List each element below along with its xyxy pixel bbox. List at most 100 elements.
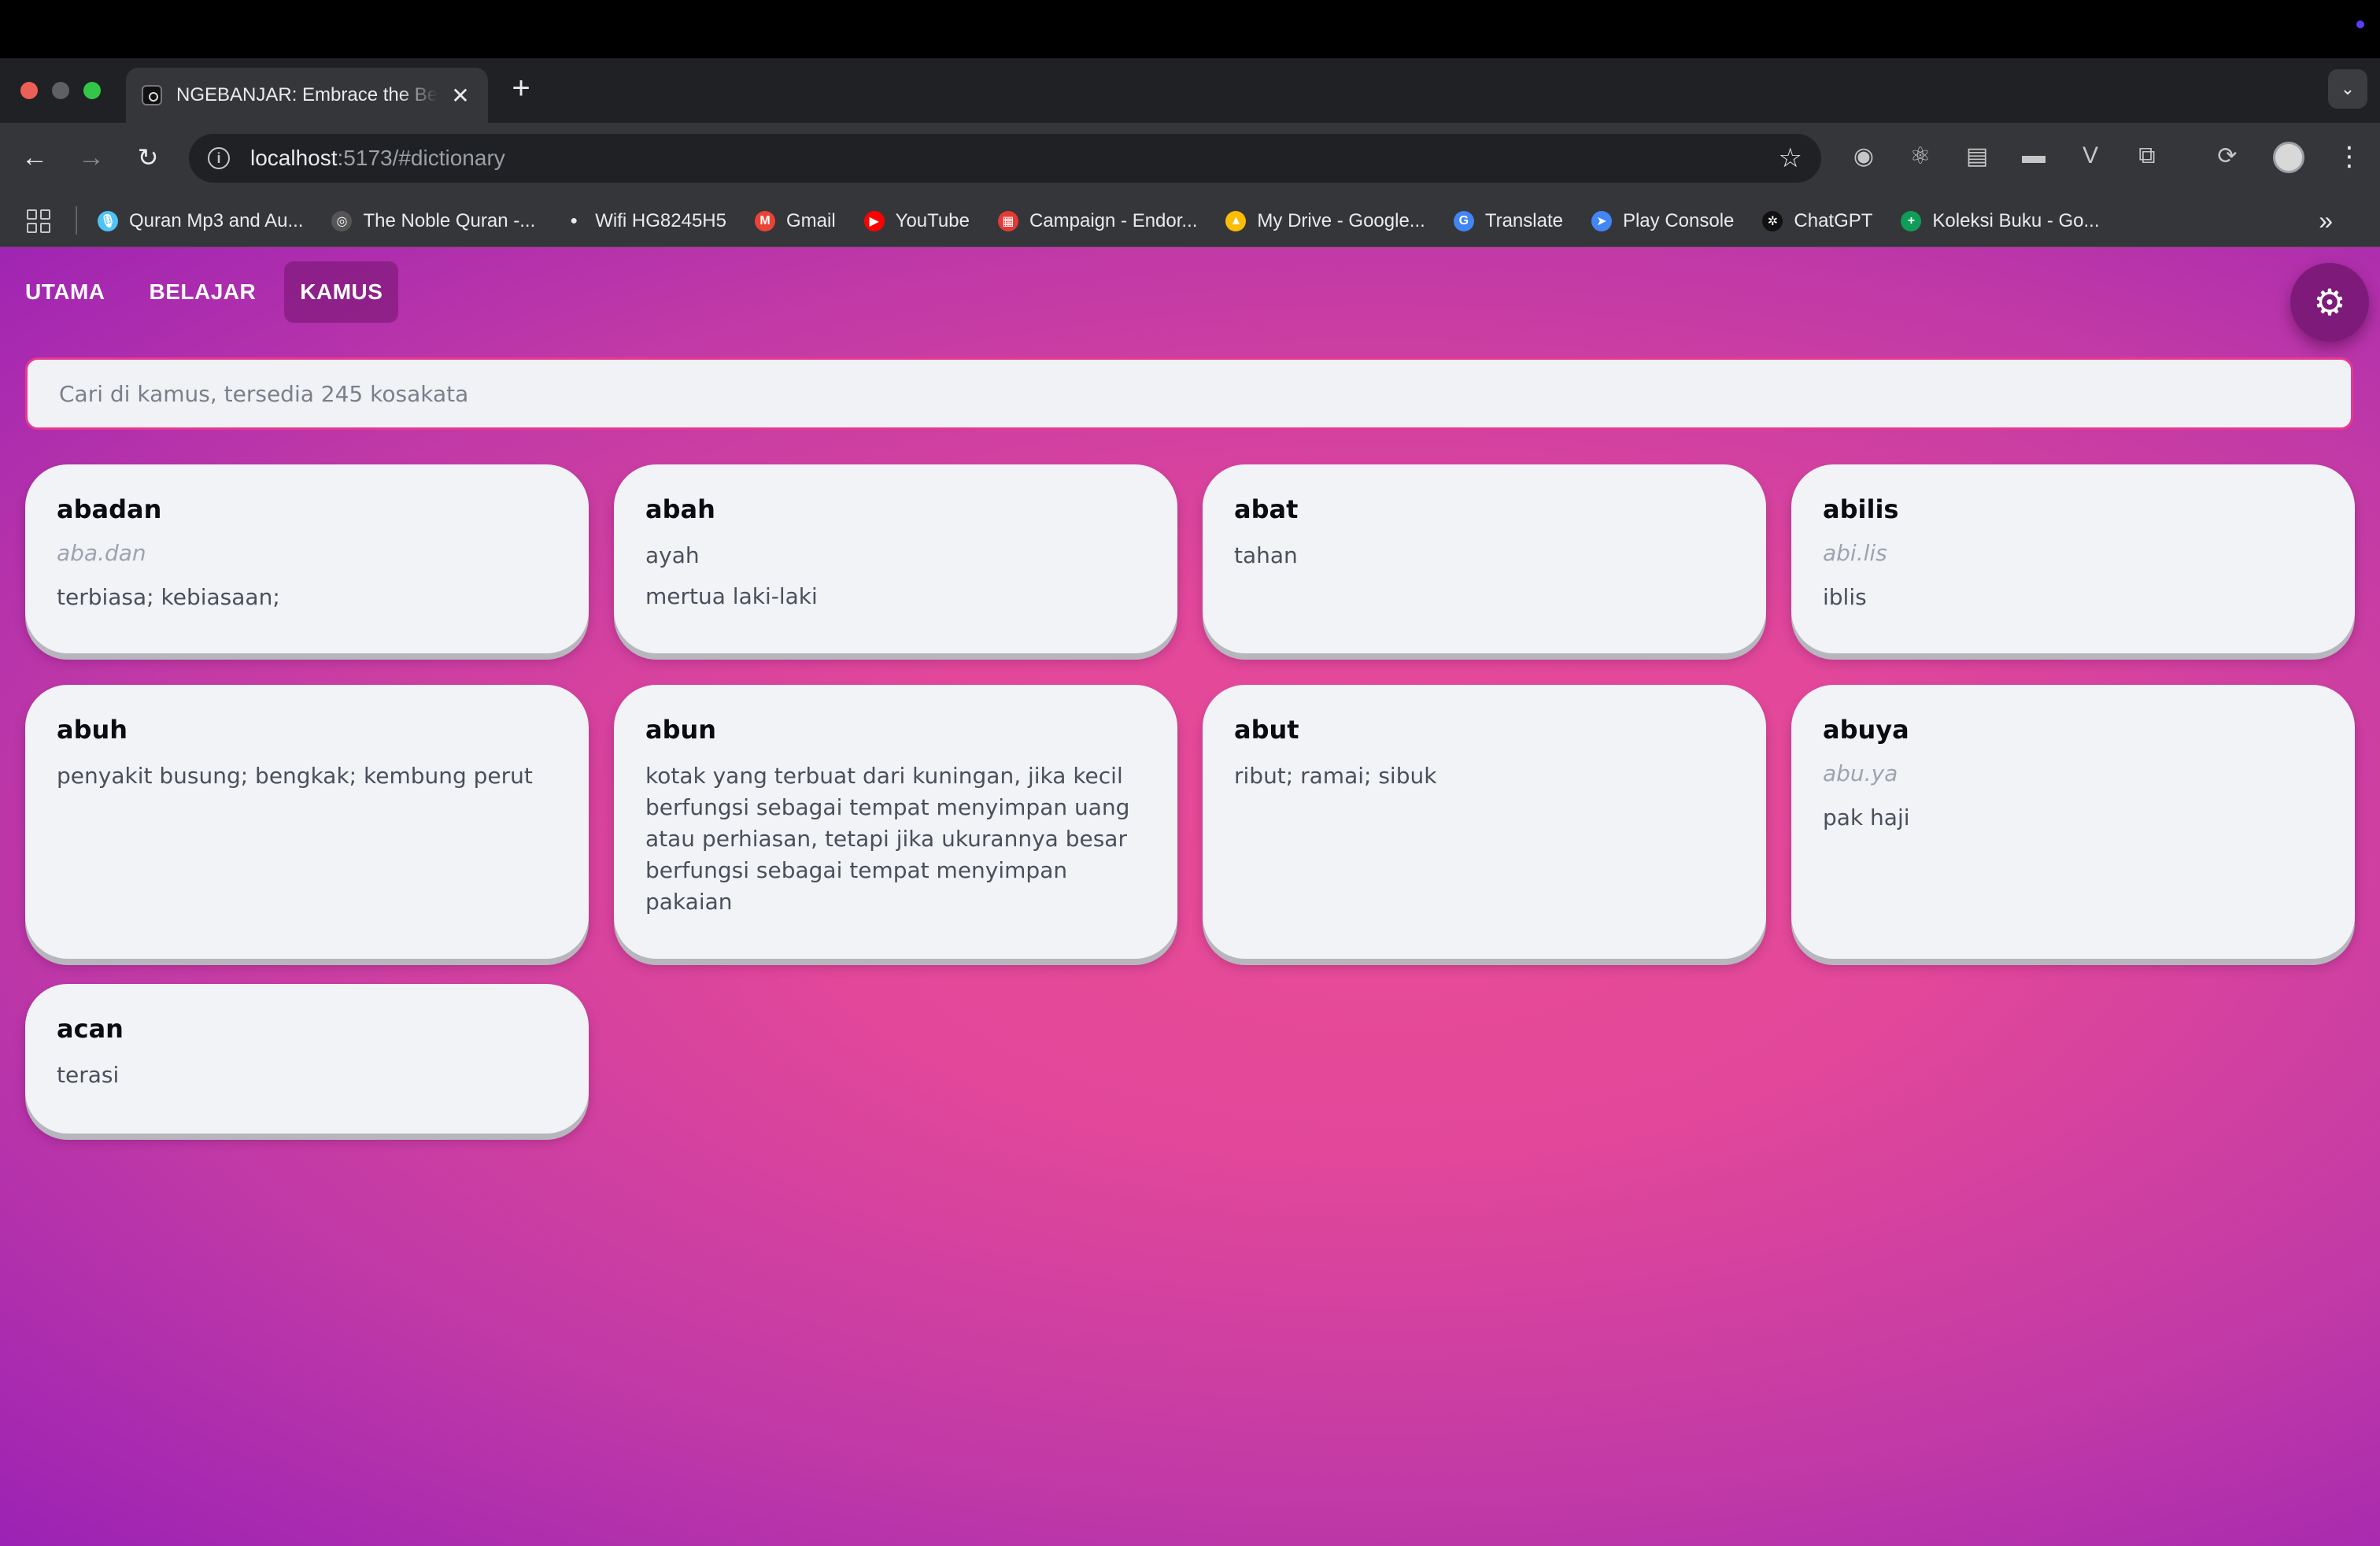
- vue-devtools-icon[interactable]: V: [2075, 140, 2106, 172]
- dictionary-entry-card[interactable]: abun kotak yang terbuat dari kuningan, ji…: [614, 685, 1177, 959]
- bookmark-item[interactable]: 🎙 Quran Mp3 and Au...: [98, 210, 303, 232]
- dictionary-search-input[interactable]: [25, 357, 2353, 430]
- entry-meaning: terasi: [57, 1062, 120, 1088]
- bookmark-label: My Drive - Google...: [1257, 210, 1425, 231]
- extension-screenshot-icon[interactable]: ▤: [1961, 140, 1993, 172]
- bookmark-item[interactable]: ▶ YouTube: [863, 210, 970, 232]
- entry-word: abadan: [57, 494, 162, 524]
- play-console-icon: ➤: [1591, 211, 1612, 231]
- entry-word: abuya: [1823, 715, 1909, 745]
- nav-tab-home[interactable]: UTAMA: [9, 261, 121, 323]
- url-path: :5173/#dictionary: [337, 146, 505, 170]
- extension-circle-icon[interactable]: ◉: [1848, 140, 1879, 172]
- reload-button[interactable]: ↻: [129, 139, 167, 176]
- minimize-window-button[interactable]: [52, 82, 69, 99]
- extension-dark-icon[interactable]: ▬: [2018, 140, 2049, 172]
- campaign-icon: ▦: [997, 211, 1018, 231]
- microphone-icon: 🎙: [98, 211, 118, 231]
- dictionary-entry-card[interactable]: abut ribut; ramai; sibuk: [1203, 685, 1766, 959]
- entry-meaning: mertua laki-laki: [645, 583, 818, 609]
- app-viewport: UTAMA BELAJAR KAMUS ⚙ abadan aba.dan terbi…: [0, 247, 2380, 1546]
- bookmark-item[interactable]: G Translate: [1453, 210, 1563, 232]
- bookmark-label: Wifi HG8245H5: [595, 210, 726, 231]
- maximize-window-button[interactable]: [83, 82, 101, 99]
- os-menu-bar: [0, 0, 2380, 58]
- bookmark-item[interactable]: ◎ The Noble Quran -...: [331, 210, 535, 232]
- nav-tab-learn[interactable]: BELAJAR: [134, 261, 272, 323]
- apps-grid-icon[interactable]: [27, 209, 50, 233]
- entry-word: abilis: [1823, 494, 1899, 524]
- bookmark-label: The Noble Quran -...: [363, 210, 536, 231]
- settings-button[interactable]: ⚙: [2290, 263, 2369, 342]
- dictionary-entry-card[interactable]: abah ayah mertua laki-laki: [614, 464, 1177, 653]
- bookmarks-divider: [76, 206, 77, 235]
- tab-title: NGEBANJAR: Embrace the Be: [176, 84, 438, 105]
- entry-word: abuh: [57, 715, 128, 745]
- entry-meaning: ribut; ramai; sibuk: [1234, 763, 1437, 789]
- dictionary-entry-card[interactable]: abadan aba.dan terbiasa; kebiasaan;: [25, 464, 589, 653]
- bookmark-item[interactable]: + Koleksi Buku - Go...: [1901, 210, 2100, 232]
- bookmark-item[interactable]: ▦ Campaign - Endor...: [997, 210, 1198, 232]
- bookmark-item[interactable]: ▲ My Drive - Google...: [1225, 210, 1425, 232]
- bookmark-label: Quran Mp3 and Au...: [129, 210, 304, 231]
- entry-word: abat: [1234, 494, 1299, 524]
- browser-menu-icon[interactable]: ⋮: [2336, 139, 2363, 175]
- entry-word: abut: [1234, 715, 1299, 745]
- performance-icon[interactable]: ⟳: [2212, 140, 2243, 172]
- entry-word: acan: [57, 1014, 124, 1044]
- entry-meaning: terbiasa; kebiasaan;: [57, 584, 280, 610]
- translate-icon: G: [1453, 211, 1474, 231]
- main-nav: UTAMA BELAJAR KAMUS: [9, 261, 399, 323]
- site-info-icon[interactable]: i: [208, 147, 230, 169]
- bookmark-item[interactable]: ● Wifi HG8245H5: [564, 210, 726, 232]
- quran-icon: ◎: [331, 211, 353, 231]
- url-host: localhost: [250, 146, 338, 170]
- entry-meaning: iblis: [1823, 584, 1867, 610]
- gmail-icon: M: [754, 211, 775, 231]
- entry-syllables: abi.lis: [1823, 540, 1887, 566]
- entry-meaning: pak haji: [1823, 804, 1910, 830]
- drive-icon: ▲: [1225, 211, 1247, 231]
- status-dot-icon: [2356, 20, 2364, 28]
- dictionary-entry-card[interactable]: abuh penyakit busung; bengkak; kembung pe…: [25, 685, 589, 959]
- bookmark-label: Campaign - Endor...: [1029, 210, 1198, 231]
- bookmark-item[interactable]: M Gmail: [754, 210, 836, 232]
- globe-icon: ●: [570, 214, 578, 227]
- extensions-puzzle-icon[interactable]: ⧉: [2131, 140, 2163, 172]
- bookmark-list: 🎙 Quran Mp3 and Au... ◎ The Noble Quran -..…: [98, 202, 2128, 241]
- entry-word: abun: [645, 715, 717, 745]
- gear-icon: ⚙: [2313, 282, 2346, 323]
- dictionary-entry-card[interactable]: abuya abu.ya pak haji: [1791, 685, 2355, 959]
- bookmark-label: Play Console: [1622, 210, 1735, 231]
- youtube-icon: ▶: [863, 211, 885, 231]
- close-window-button[interactable]: [20, 82, 38, 99]
- entry-meaning: tahan: [1234, 542, 1298, 568]
- bookmark-label: Translate: [1484, 210, 1563, 231]
- tab-search-button[interactable]: ⌄: [2328, 69, 2367, 109]
- back-button[interactable]: ←: [16, 139, 54, 176]
- more-bookmarks-icon[interactable]: »: [2319, 206, 2333, 235]
- bookmark-label: Koleksi Buku - Go...: [1932, 210, 2100, 231]
- bookmark-item[interactable]: ✲ ChatGPT: [1762, 210, 1872, 232]
- bookmark-star-icon[interactable]: ☆: [1779, 142, 1802, 174]
- chatgpt-icon: ✲: [1762, 211, 1783, 231]
- browser-tab-active[interactable]: NGEBANJAR: Embrace the Be ✕: [126, 68, 488, 123]
- bookmark-item[interactable]: ➤ Play Console: [1591, 210, 1734, 232]
- tab-close-icon[interactable]: ✕: [449, 83, 472, 109]
- profile-avatar[interactable]: [2273, 142, 2304, 173]
- entry-meaning: penyakit busung; bengkak; kembung perut: [57, 763, 533, 789]
- entry-syllables: aba.dan: [57, 540, 146, 566]
- dictionary-entry-card[interactable]: abat tahan: [1203, 464, 1766, 653]
- entry-meaning: ayah: [645, 542, 700, 568]
- nav-tab-dictionary[interactable]: KAMUS: [284, 261, 399, 323]
- entry-syllables: abu.ya: [1823, 760, 1898, 786]
- new-tab-button[interactable]: +: [505, 72, 537, 104]
- address-bar[interactable]: i localhost:5173/#dictionary ☆: [189, 134, 1821, 183]
- bookmark-label: YouTube: [895, 210, 970, 231]
- entry-meaning: kotak yang terbuat dari kuningan, jika k…: [645, 763, 1130, 915]
- react-devtools-icon[interactable]: ⚛: [1905, 140, 1936, 172]
- dictionary-entry-card[interactable]: acan terasi: [25, 984, 589, 1134]
- dictionary-entry-card[interactable]: abilis abi.lis iblis: [1791, 464, 2355, 653]
- site-favicon-icon: [142, 85, 162, 105]
- forward-button[interactable]: →: [72, 139, 110, 176]
